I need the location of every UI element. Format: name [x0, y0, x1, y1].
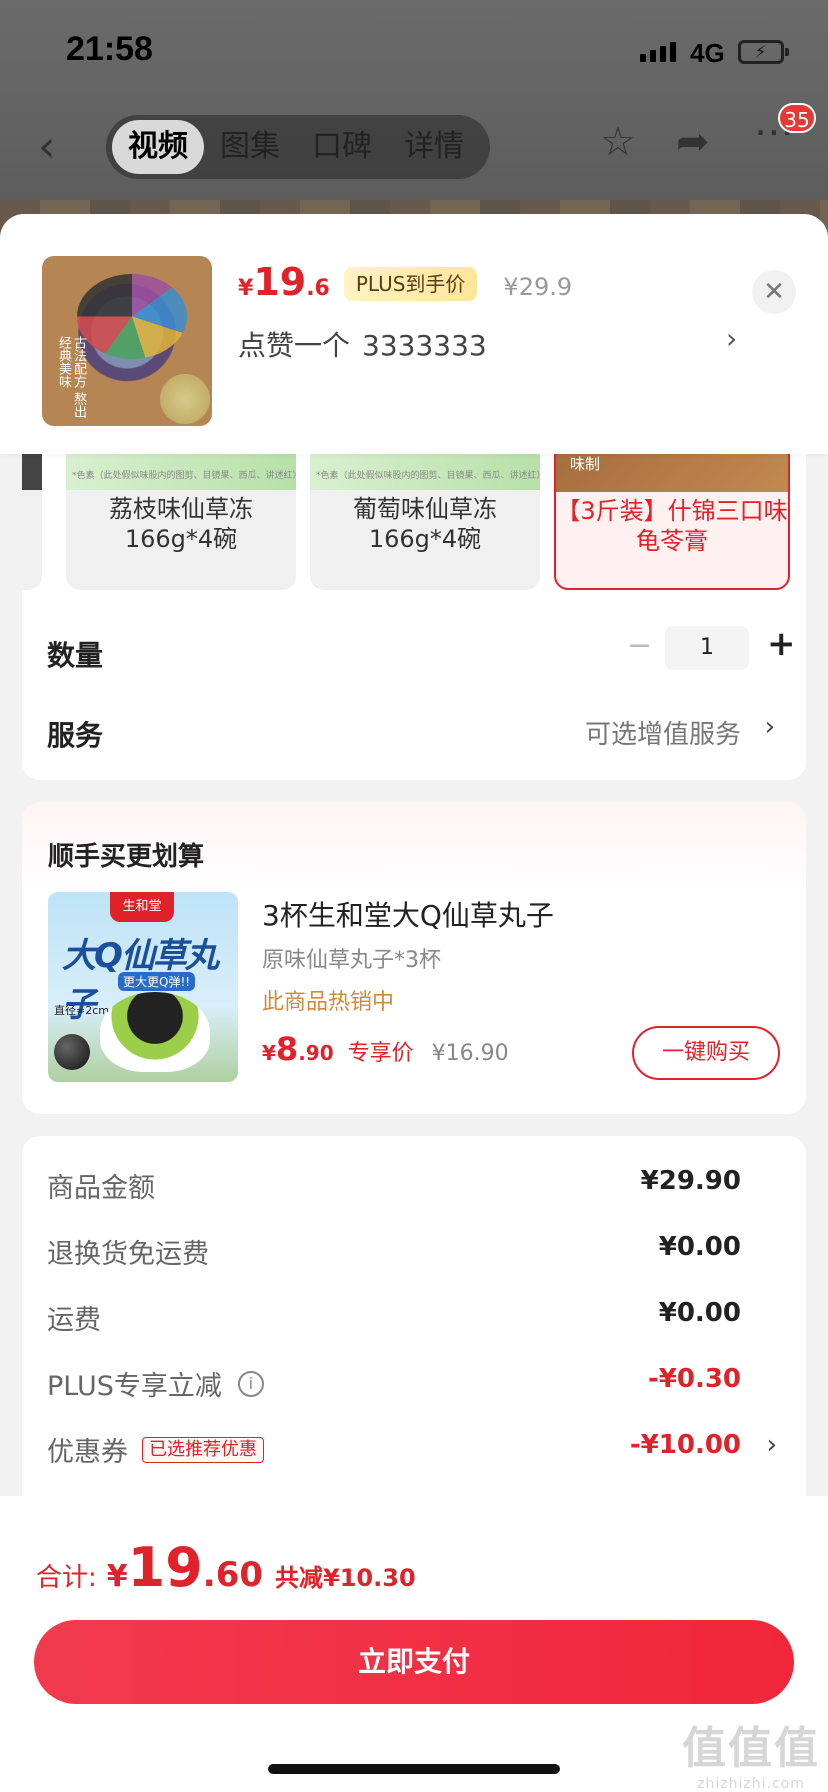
thumb-text: 古法配方 熬出经典美味: [56, 336, 86, 419]
media-tabs: 视频 图集 口碑 详情: [106, 115, 490, 179]
back-icon[interactable]: ‹: [38, 121, 56, 172]
upsell-product-spec: 原味仙草丸子*3杯: [262, 948, 441, 973]
message-badge: 35: [778, 103, 816, 133]
quantity-row: 数量 − 1 +: [47, 622, 796, 682]
tab-video[interactable]: 视频: [112, 120, 204, 174]
variant-label: 【3斤装】什锦三口味 龟苓膏: [556, 497, 788, 555]
variant-label: 葡萄味仙草冻 166g*4碗: [353, 495, 497, 553]
top-nav: ‹ 视频 图集 口碑 详情 ☆ ➦ ⋯ 35: [0, 103, 828, 185]
one-click-buy-button[interactable]: 一键购买: [632, 1026, 780, 1080]
chevron-right-icon: ›: [766, 1430, 777, 1460]
product-header: 古法配方 熬出经典美味 ¥ 19 .6 PLUS到手价 ¥29.9 点赞一个 33…: [0, 214, 828, 454]
star-icon[interactable]: ☆: [600, 119, 636, 165]
total-amount: 合计: ¥ 19 .60 共减¥10.30: [36, 1536, 416, 1599]
status-time: 21:58: [66, 30, 153, 68]
upsell-product-name[interactable]: 3杯生和堂大Q仙草丸子: [262, 894, 554, 934]
service-value: 可选增值服务: [584, 720, 741, 750]
coupon-tag: 已选推荐优惠: [142, 1436, 264, 1463]
quantity-label: 数量: [47, 639, 104, 672]
share-icon[interactable]: ➦: [676, 119, 710, 165]
chevron-right-icon[interactable]: ›: [726, 322, 737, 355]
cost-row-return-shipping: 退换货免运费 ¥0.00: [47, 1232, 741, 1270]
upsell-hot-label: 此商品热销中: [262, 990, 395, 1015]
close-button[interactable]: ✕: [752, 270, 796, 314]
info-icon[interactable]: i: [237, 1370, 264, 1397]
total-savings: 共减¥10.30: [275, 1564, 416, 1592]
network-label: 4G: [690, 38, 725, 68]
cost-row-coupon[interactable]: 优惠券 已选推荐优惠 -¥10.00 ›: [47, 1420, 781, 1470]
checkout-footer: 合计: ¥ 19 .60 共减¥10.30 立即支付 值值值 zhizhizhi…: [0, 1496, 828, 1792]
pay-now-button[interactable]: 立即支付: [34, 1620, 794, 1704]
cost-row-plus-discount: PLUS专享立减 i -¥0.30: [47, 1364, 741, 1402]
status-bar: 21:58 4G ⚡: [0, 0, 828, 100]
variant-label: 荔枝味仙草冻 166g*4碗: [109, 495, 253, 553]
home-indicator[interactable]: [268, 1764, 560, 1774]
tab-reviews[interactable]: 口碑: [296, 120, 388, 174]
original-price: ¥29.9: [503, 273, 573, 301]
upsell-product-image[interactable]: 生和堂 大Q仙草丸子 更大更Q弹!! 直径≈2cm: [48, 892, 238, 1082]
plus-price-tag: PLUS到手价: [343, 267, 478, 301]
cost-breakdown: 商品金额 ¥29.90 退换货免运费 ¥0.00 运费 ¥0.00 PLUS专享…: [22, 1136, 806, 1516]
signal-icon: [640, 42, 676, 62]
quantity-plus-button[interactable]: +: [767, 624, 796, 664]
cost-row-subtotal: 商品金额 ¥29.90: [47, 1166, 741, 1204]
quantity-minus-button[interactable]: −: [627, 628, 652, 663]
chevron-right-icon: ›: [764, 712, 775, 742]
upsell-title: 顺手买更划算: [48, 842, 205, 872]
quantity-input[interactable]: 1: [665, 626, 749, 670]
upsell-original-price: ¥16.90: [431, 1041, 509, 1066]
service-label: 服务: [47, 719, 104, 752]
tab-details[interactable]: 详情: [388, 120, 480, 174]
product-thumbnail: 古法配方 熬出经典美味: [42, 256, 212, 426]
upsell-card: 顺手买更划算 生和堂 大Q仙草丸子 更大更Q弹!! 直径≈2cm 3杯生和堂大Q…: [22, 802, 806, 1114]
service-row[interactable]: 服务 可选增值服务 ›: [47, 702, 781, 762]
cost-row-shipping: 运费 ¥0.00: [47, 1298, 741, 1336]
tab-gallery[interactable]: 图集: [204, 120, 296, 174]
upsell-price: ¥8.90 专享价 ¥16.90: [262, 1030, 509, 1068]
watermark-logo: 值值值 zhizhizhi.com: [682, 1723, 820, 1792]
battery-icon: ⚡: [738, 40, 789, 64]
product-selected-desc[interactable]: 点赞一个 3333333: [238, 324, 487, 364]
product-price: ¥ 19 .6 PLUS到手价 ¥29.9: [238, 260, 573, 304]
